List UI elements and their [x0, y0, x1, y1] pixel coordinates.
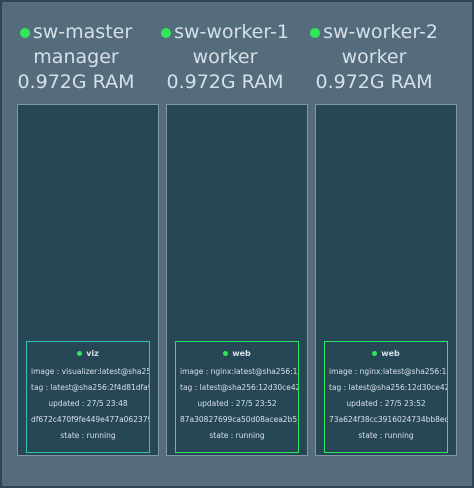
task-image: image : nginx:latest@sha256:12d30c: [180, 367, 298, 376]
node-status-dot-icon: [19, 27, 30, 38]
node-role: worker: [341, 46, 407, 68]
task-tag: tag : latest@sha256:12d30ce421ad5: [329, 383, 447, 392]
node-title: sw-master: [2, 20, 150, 45]
task-name: viz: [86, 349, 99, 358]
node-ram: 0.972G RAM: [17, 71, 135, 93]
node-status-dot-icon: [161, 27, 172, 38]
node-name: sw-master: [32, 21, 133, 43]
node-name: sw-worker-2: [323, 21, 438, 43]
task-card-web[interactable]: web image : nginx:latest@sha256:12d30c t…: [324, 341, 448, 453]
task-tag: tag : latest@sha256:2f4d81dfa94083: [31, 383, 149, 392]
node-role: worker: [192, 46, 258, 68]
task-status-dot-icon: [77, 351, 83, 356]
task-updated: updated : 27/5 23:52: [346, 399, 426, 408]
task-updated: updated : 27/5 23:48: [48, 399, 128, 408]
node-ram: 0.972G RAM: [315, 71, 433, 93]
task-id: df672c470f9fe449e477a0623798656: [31, 415, 149, 424]
node-container: viz image : visualizer:latest@sha256:2f4…: [17, 104, 159, 456]
task-name: web: [381, 349, 400, 358]
swarm-visualizer-panel: sw-master manager 0.972G RAM viz image :…: [2, 2, 472, 486]
task-status-dot-icon: [223, 351, 229, 356]
node-ram: 0.972G RAM: [166, 71, 284, 93]
node-container: web image : nginx:latest@sha256:12d30c t…: [166, 104, 308, 456]
node-header: sw-master manager 0.972G RAM: [2, 20, 150, 95]
task-title: web: [176, 349, 298, 358]
node-container: web image : nginx:latest@sha256:12d30c t…: [315, 104, 457, 456]
task-state: state : running: [209, 431, 265, 440]
node-sw-worker-2: sw-worker-2 worker 0.972G RAM web image …: [300, 2, 457, 486]
task-image: image : nginx:latest@sha256:12d30c: [329, 367, 447, 376]
task-id: 87a30827699ca50d08acea2b51ee01: [180, 415, 298, 424]
task-title: viz: [27, 349, 149, 358]
task-status-dot-icon: [372, 351, 378, 356]
node-title: sw-worker-1: [151, 20, 299, 45]
task-state: state : running: [358, 431, 414, 440]
node-name: sw-worker-1: [174, 21, 289, 43]
node-header: sw-worker-2 worker 0.972G RAM: [300, 20, 448, 95]
task-state: state : running: [60, 431, 116, 440]
task-name: web: [232, 349, 251, 358]
node-sw-worker-1: sw-worker-1 worker 0.972G RAM web image …: [151, 2, 308, 486]
task-image: image : visualizer:latest@sha256:2f4: [31, 367, 149, 376]
task-tag: tag : latest@sha256:12d30ce421ad5: [180, 383, 298, 392]
task-id: 73a624f38cc3916024734bb8ed9aed: [329, 415, 447, 424]
task-card-viz[interactable]: viz image : visualizer:latest@sha256:2f4…: [26, 341, 150, 453]
node-title: sw-worker-2: [300, 20, 448, 45]
node-sw-master: sw-master manager 0.972G RAM viz image :…: [2, 2, 159, 486]
task-card-web[interactable]: web image : nginx:latest@sha256:12d30c t…: [175, 341, 299, 453]
node-role: manager: [33, 46, 119, 68]
node-status-dot-icon: [310, 27, 321, 38]
task-updated: updated : 27/5 23:52: [197, 399, 277, 408]
node-header: sw-worker-1 worker 0.972G RAM: [151, 20, 299, 95]
task-title: web: [325, 349, 447, 358]
